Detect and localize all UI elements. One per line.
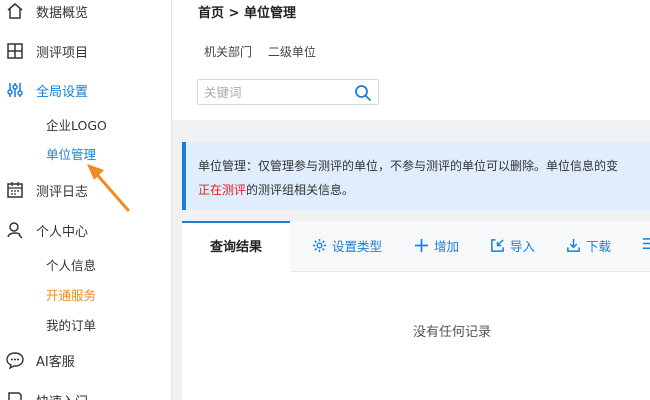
chat-icon [6, 351, 24, 369]
sliders-icon [6, 81, 24, 99]
toolbar: 设置类型 增加 导入 下载 [290, 221, 650, 272]
notice-line-2: 正在测评的测评组相关信息。 [198, 178, 650, 202]
sidebar-item-label: 测评项目 [36, 45, 89, 61]
calendar-icon [6, 181, 24, 199]
notice-line-1: 单位管理：仅管理参与测评的单位，不参与测评的单位可以删除。单位信息的变 [198, 159, 619, 173]
results-panel: 查询结果 设置类型 增加 导入 下载 没有任何记录 [182, 221, 650, 400]
path-item-agency[interactable]: 机关部门 [204, 45, 252, 59]
download-icon [567, 238, 580, 252]
department-path: 机关部门 二级单位 [204, 43, 328, 60]
arrow-icon [87, 164, 130, 212]
home-icon [6, 2, 24, 20]
import-icon [491, 239, 504, 252]
grid-icon [6, 42, 24, 60]
more-button[interactable] [642, 236, 650, 251]
notice-highlight: 正在测评 [198, 183, 247, 197]
sidebar-item-quick-start[interactable]: 快速入门 [6, 389, 88, 400]
notice-text: 的测评组相关信息。 [246, 183, 355, 197]
breadcrumb: 首页 > 单位管理 [198, 6, 296, 21]
sidebar-item-label: 个人中心 [36, 224, 89, 240]
sidebar-subitem-my-orders[interactable]: 我的订单 [46, 317, 96, 335]
set-type-button[interactable]: 设置类型 [312, 236, 382, 255]
sidebar-item-eval-log[interactable]: 测评日志 [6, 179, 88, 201]
sidebar-item-label: 数据概览 [36, 5, 89, 21]
add-button[interactable]: 增加 [414, 236, 459, 255]
sidebar-item-data-overview[interactable]: 数据概览 [6, 0, 88, 22]
search-input[interactable] [198, 80, 348, 104]
sidebar-item-label: 全局设置 [36, 84, 89, 100]
main-content: 首页 > 单位管理 机关部门 二级单位 单位管理：仅管理参与测评的单位，不参与测… [172, 0, 650, 400]
search-icon[interactable] [354, 84, 372, 102]
notice-banner: 单位管理：仅管理参与测评的单位，不参与测评的单位可以删除。单位信息的变 正在测评… [182, 142, 650, 210]
user-icon [6, 221, 24, 239]
sidebar-item-label: AI客服 [36, 354, 75, 370]
menu-icon [642, 238, 650, 249]
download-button[interactable]: 下载 [566, 236, 611, 255]
sidebar-item-personal-center[interactable]: 个人中心 [6, 219, 88, 241]
sidebar-subitem-company-logo[interactable]: 企业LOGO [46, 117, 107, 135]
search-box [197, 79, 379, 105]
sidebar-item-label: 快速入门 [36, 391, 88, 400]
sidebar-item-global-settings[interactable]: 全局设置 [6, 79, 88, 101]
sidebar-item-label: 测评日志 [36, 184, 89, 200]
sidebar-item-eval-projects[interactable]: 测评项目 [6, 40, 88, 62]
tab-query-results[interactable]: 查询结果 [182, 221, 290, 272]
sidebar-subitem-open-service[interactable]: 开通服务 [46, 287, 96, 305]
import-button[interactable]: 导入 [490, 236, 535, 255]
sidebar-subitem-personal-info[interactable]: 个人信息 [46, 257, 96, 275]
path-item-secondary-unit[interactable]: 二级单位 [268, 45, 316, 59]
empty-state: 没有任何记录 [412, 325, 491, 340]
gear-icon [312, 238, 327, 253]
sidebar-item-ai-service[interactable]: AI客服 [6, 349, 75, 371]
sidebar: 数据概览 测评项目 全局设置 企业LOGO 单位管理 测评日志 个人中心 个人信… [0, 0, 172, 400]
plus-icon [414, 238, 429, 253]
book-icon [6, 391, 24, 400]
